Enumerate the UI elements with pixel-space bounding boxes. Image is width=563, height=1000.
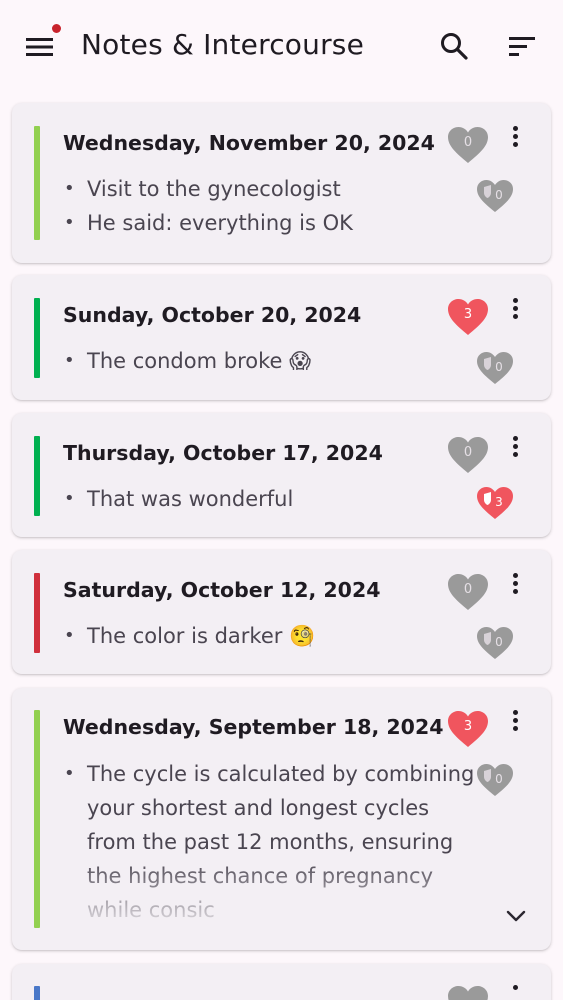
search-icon: [441, 33, 468, 60]
more-icon: [513, 718, 518, 723]
protected-heart-button[interactable]: 0: [475, 762, 515, 798]
more-icon: [513, 314, 518, 319]
text-fade-overlay: [62, 858, 502, 928]
more-icon: [513, 444, 518, 449]
intercourse-count: 3: [463, 719, 473, 734]
more-icon: [513, 710, 518, 715]
note-card[interactable]: Thursday, October 17, 2024 That was wond…: [12, 413, 551, 537]
notification-badge: [52, 24, 61, 33]
note-card[interactable]: Wednesday, November 20, 2024 Visit to th…: [12, 103, 551, 263]
protected-count: 0: [495, 635, 503, 649]
intercourse-count: 0: [463, 135, 473, 150]
protected-count: 0: [495, 772, 503, 786]
intercourse-heart-button[interactable]: 0: [446, 125, 490, 165]
menu-icon: [26, 38, 53, 56]
note-color-bar: [34, 126, 40, 240]
note-date: Sunday, October 20, 2024: [63, 303, 362, 327]
note-date: Thursday, October 17, 2024: [63, 441, 383, 465]
heart-icon: [448, 986, 488, 1000]
note-color-bar: [34, 298, 40, 378]
page-title: Notes & Intercourse: [81, 28, 365, 61]
note-date: Saturday, October 12, 2024: [63, 578, 381, 602]
more-icon: [513, 436, 518, 441]
note-color-bar: [34, 986, 40, 1000]
intercourse-count: 0: [463, 582, 473, 597]
list-item: The color is darker 🧐: [62, 619, 462, 653]
more-icon: [513, 306, 518, 311]
more-options-button[interactable]: [506, 984, 526, 1000]
list-item: He said: everything is OK: [62, 206, 462, 240]
protected-heart-button[interactable]: 0: [475, 350, 515, 386]
protected-heart-button[interactable]: 0: [475, 178, 515, 214]
expand-button[interactable]: [504, 904, 528, 928]
more-icon: [513, 452, 518, 457]
more-icon: [513, 298, 518, 303]
note-color-bar: [34, 710, 40, 928]
sort-button[interactable]: [504, 28, 540, 64]
note-color-bar: [34, 573, 40, 653]
note-date: Wednesday, November 20, 2024: [63, 131, 435, 155]
intercourse-heart-button[interactable]: 3: [446, 709, 490, 749]
more-options-button[interactable]: [506, 125, 526, 155]
more-options-button[interactable]: [506, 709, 526, 739]
more-icon: [513, 573, 518, 578]
note-color-bar: [34, 436, 40, 516]
more-icon: [513, 134, 518, 139]
more-options-button[interactable]: [506, 297, 526, 327]
note-card[interactable]: Wednesday, September 18, 2024 The cycle …: [12, 688, 551, 950]
note-items: The color is darker 🧐: [62, 619, 462, 653]
protected-count: 0: [495, 188, 503, 202]
list-item: Visit to the gynecologist: [62, 172, 462, 206]
intercourse-count: 0: [463, 445, 473, 460]
note-card[interactable]: Sunday, October 20, 2024 The condom brok…: [12, 275, 551, 400]
more-icon: [513, 581, 518, 586]
intercourse-count: 3: [463, 307, 473, 322]
more-icon: [513, 142, 518, 147]
note-card[interactable]: [12, 964, 551, 1000]
sort-icon: [509, 37, 535, 56]
note-items: That was wonderful: [62, 482, 462, 516]
protected-heart-button[interactable]: 3: [475, 485, 515, 521]
intercourse-heart-button[interactable]: [446, 984, 490, 1000]
more-icon: [513, 589, 518, 594]
protected-count: 0: [495, 360, 503, 374]
note-card[interactable]: Saturday, October 12, 2024 The color is …: [12, 550, 551, 674]
protected-count: 3: [495, 495, 503, 509]
note-items: Visit to the gynecologist He said: every…: [62, 172, 462, 240]
intercourse-heart-button[interactable]: 3: [446, 297, 490, 337]
more-icon: [513, 126, 518, 131]
app-bar: Notes & Intercourse: [0, 0, 563, 92]
chevron-down-icon: [506, 910, 526, 922]
protected-heart-button[interactable]: 0: [475, 625, 515, 661]
list-item: That was wonderful: [62, 482, 462, 516]
list-item: The condom broke 😱: [62, 344, 462, 378]
more-options-button[interactable]: [506, 435, 526, 465]
search-button[interactable]: [436, 28, 472, 64]
intercourse-heart-button[interactable]: 0: [446, 572, 490, 612]
intercourse-heart-button[interactable]: 0: [446, 435, 490, 475]
note-items: The condom broke 😱: [62, 344, 462, 378]
note-date: Wednesday, September 18, 2024: [63, 715, 444, 739]
menu-button[interactable]: [22, 24, 62, 64]
more-icon: [513, 985, 518, 990]
more-icon: [513, 726, 518, 731]
more-options-button[interactable]: [506, 572, 526, 602]
